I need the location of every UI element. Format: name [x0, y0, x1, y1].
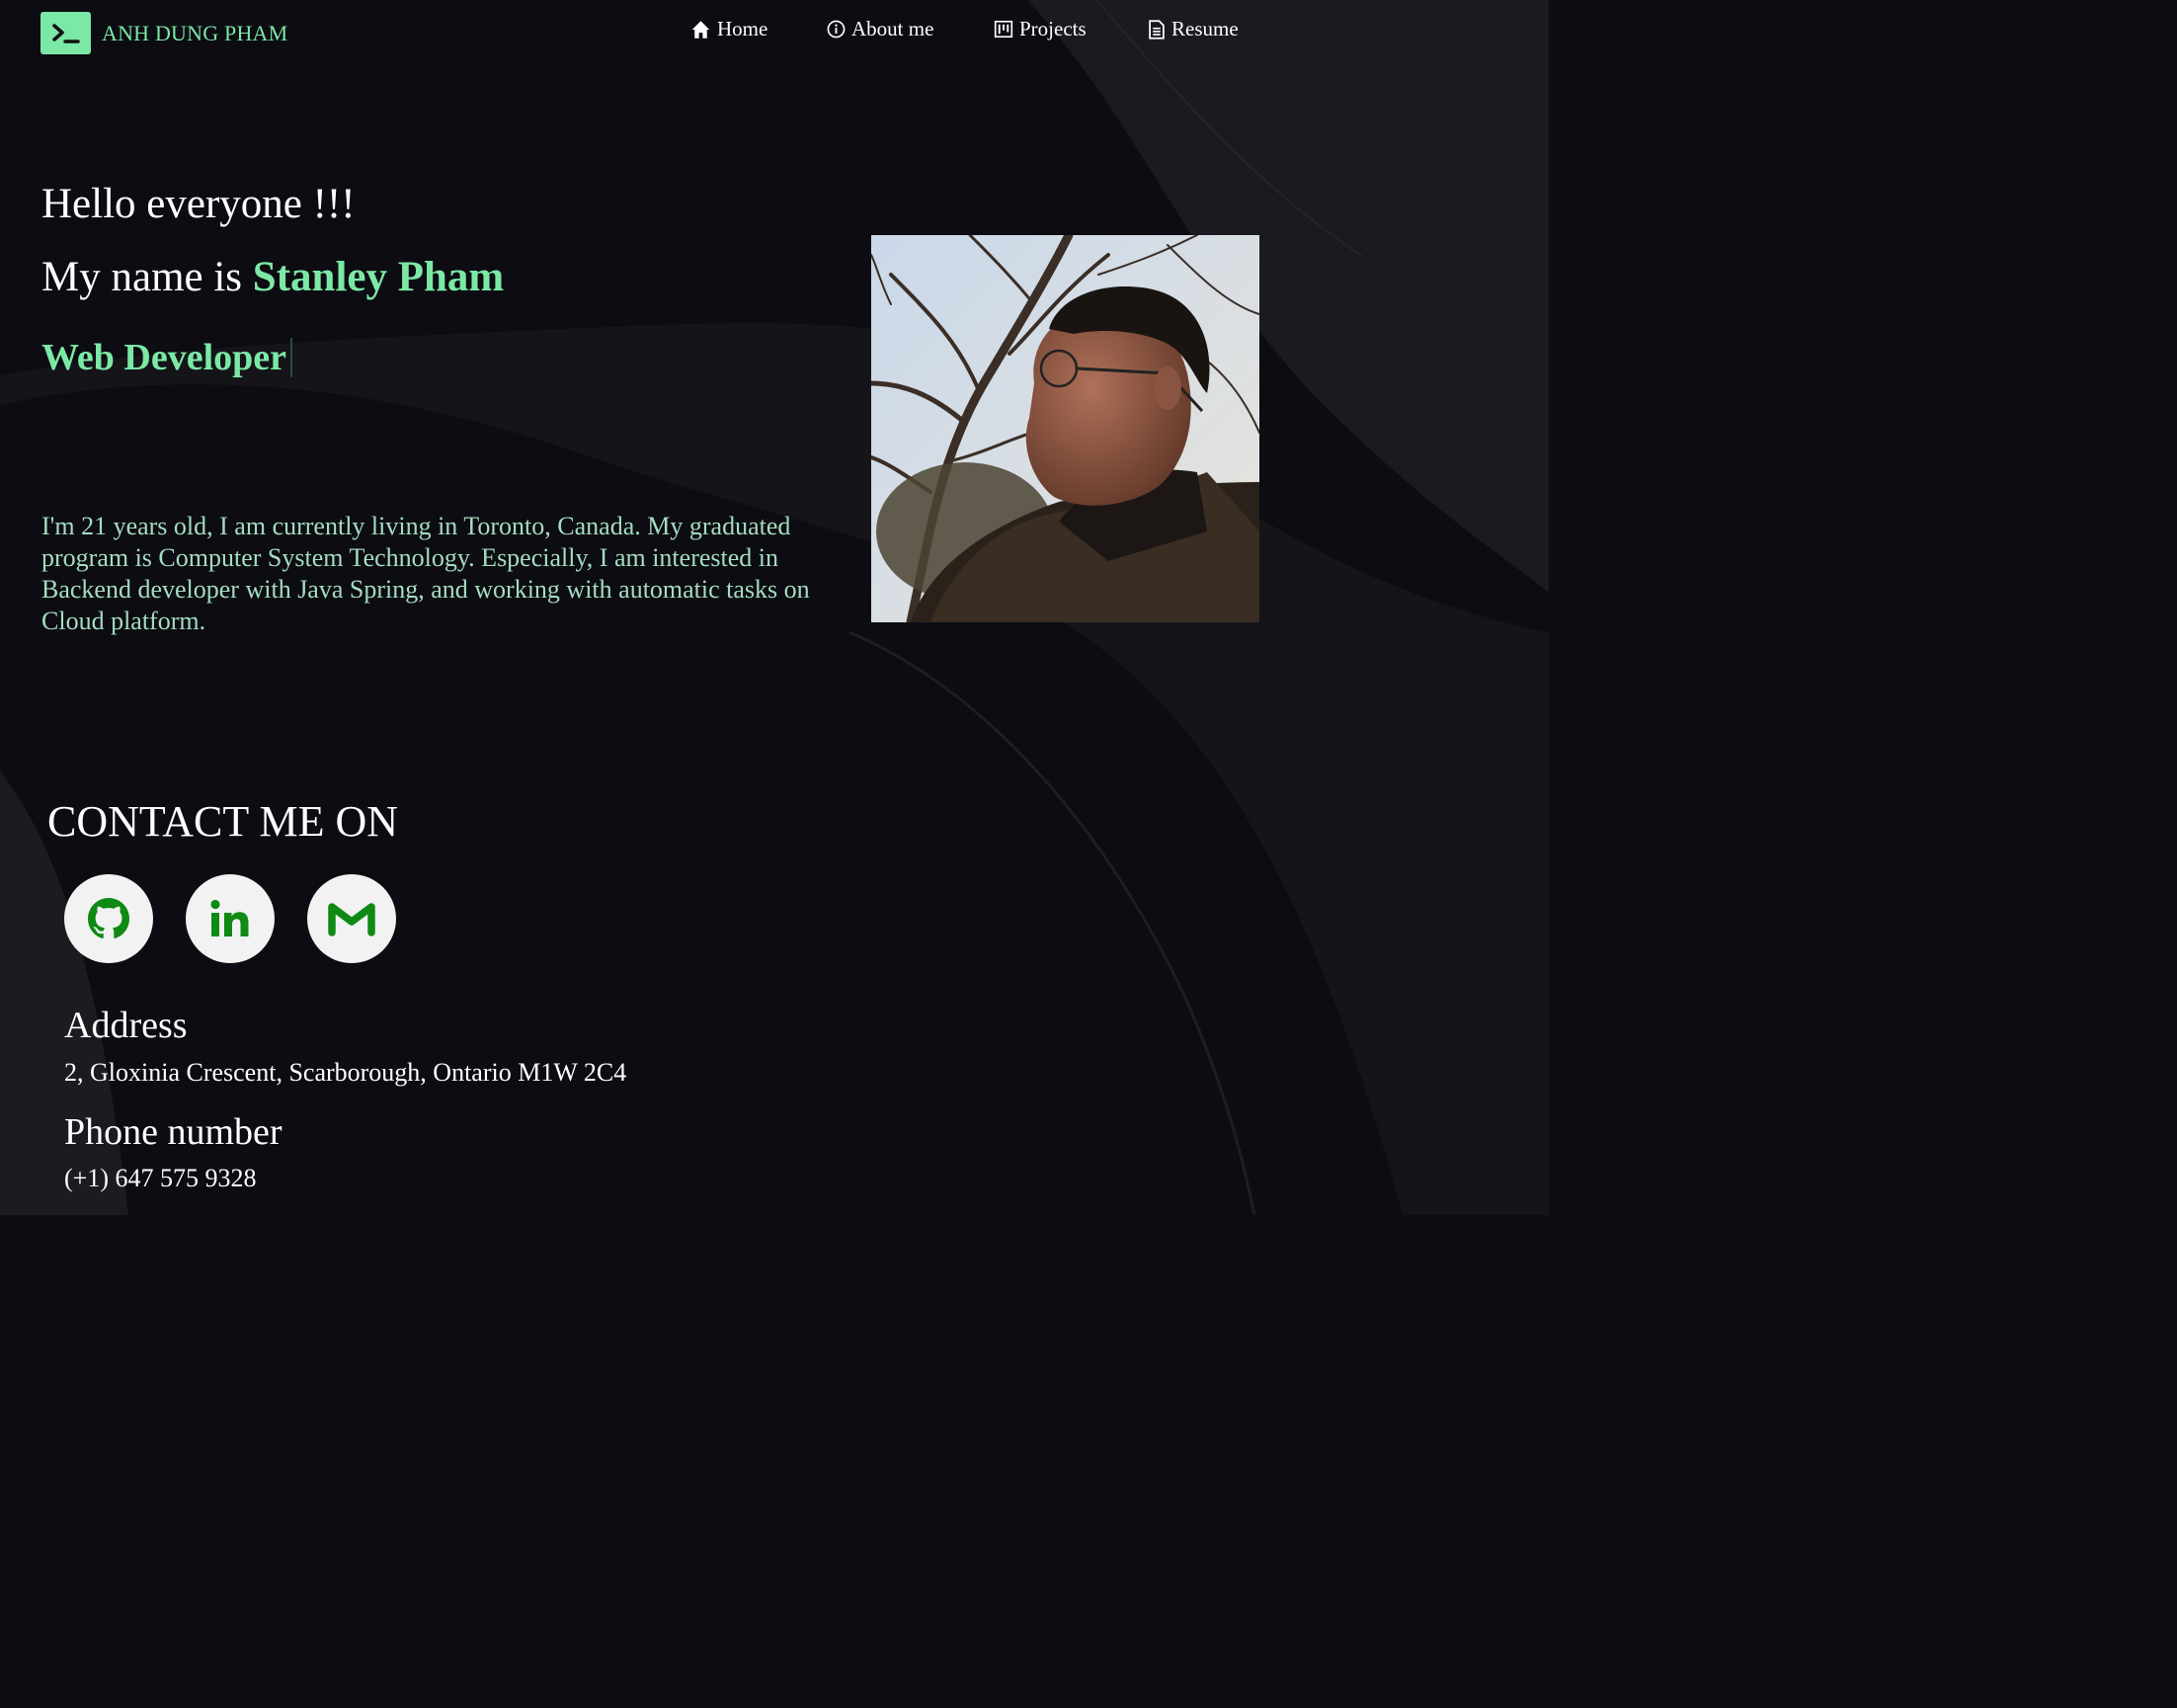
linkedin-icon	[210, 899, 249, 936]
nav-projects-label: Projects	[1019, 17, 1087, 41]
contact-title: CONTACT ME ON	[47, 797, 399, 846]
nav-home[interactable]: Home	[690, 17, 767, 41]
terminal-icon	[40, 12, 91, 54]
github-button[interactable]	[64, 874, 153, 963]
bio-paragraph: I'm 21 years old, I am currently living …	[41, 512, 810, 635]
nav-resume[interactable]: Resume	[1148, 17, 1239, 41]
phone-label: Phone number	[64, 1111, 282, 1153]
phone-value: (+1) 647 575 9328	[64, 1164, 257, 1192]
info-icon	[827, 20, 846, 39]
brand-name: ANH DUNG PHAM	[102, 20, 288, 45]
address-label: Address	[64, 1005, 188, 1046]
top-navbar: ANH DUNG PHAM Home About me Projects Res…	[0, 0, 1549, 69]
gmail-button[interactable]	[307, 874, 396, 963]
nav-resume-label: Resume	[1171, 17, 1239, 41]
address-value: 2, Gloxinia Crescent, Scarborough, Ontar…	[64, 1058, 627, 1087]
nav-projects[interactable]: Projects	[994, 17, 1087, 41]
gmail-icon	[328, 903, 375, 936]
name-prefix: My name is	[41, 254, 243, 300]
profile-photo	[871, 235, 1259, 622]
nav-about-label: About me	[851, 17, 934, 41]
brand-link[interactable]: ANH DUNG PHAM	[40, 12, 287, 54]
github-icon	[88, 898, 129, 938]
hero-greeting: Hello everyone !!!	[41, 181, 356, 227]
hero-name: Stanley Pham	[252, 254, 505, 300]
hero-role: Web Developer	[41, 337, 287, 378]
hero-role-line: Web Developer	[41, 336, 293, 379]
document-icon	[1149, 19, 1165, 40]
linkedin-button[interactable]	[186, 874, 275, 963]
kanban-icon	[994, 20, 1013, 39]
nav-home-label: Home	[717, 17, 768, 41]
nav-about[interactable]: About me	[827, 17, 933, 41]
hero-name-line: My name is Stanley Pham	[41, 253, 504, 301]
typing-cursor	[290, 338, 293, 377]
home-icon	[691, 20, 710, 39]
